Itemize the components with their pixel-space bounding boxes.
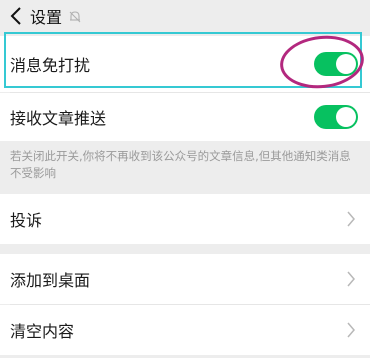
menu-item-add-to-desktop[interactable]: 添加到桌面	[0, 254, 370, 304]
add-to-desktop-label: 添加到桌面	[10, 271, 91, 290]
header-bar: 设置	[0, 0, 370, 32]
toggle-knob	[336, 54, 356, 74]
toggle-knob	[336, 107, 356, 127]
chevron-right-icon	[347, 211, 355, 227]
receive-articles-toggle[interactable]	[314, 105, 358, 129]
complain-label: 投诉	[10, 211, 43, 230]
chevron-left-icon	[10, 7, 21, 25]
toggle-note: 若关闭此开关,你将不再收到该公众号的文章信息,但其他通知类消息不受影响	[10, 149, 351, 180]
clear-content-label: 清空内容	[10, 322, 75, 341]
dnd-toggle[interactable]	[314, 52, 358, 76]
setting-row-dnd: 消息免打扰	[0, 36, 370, 92]
menu-item-clear-content[interactable]: 清空内容	[0, 305, 370, 355]
back-button[interactable]	[8, 6, 24, 26]
setting-row-receive-articles: 接收文章推送	[0, 93, 370, 141]
menu-item-complain[interactable]: 投诉	[0, 194, 370, 244]
bell-off-icon	[68, 9, 82, 23]
chevron-right-icon	[347, 271, 355, 287]
chevron-right-icon	[347, 322, 355, 338]
page-title: 设置	[30, 8, 63, 27]
